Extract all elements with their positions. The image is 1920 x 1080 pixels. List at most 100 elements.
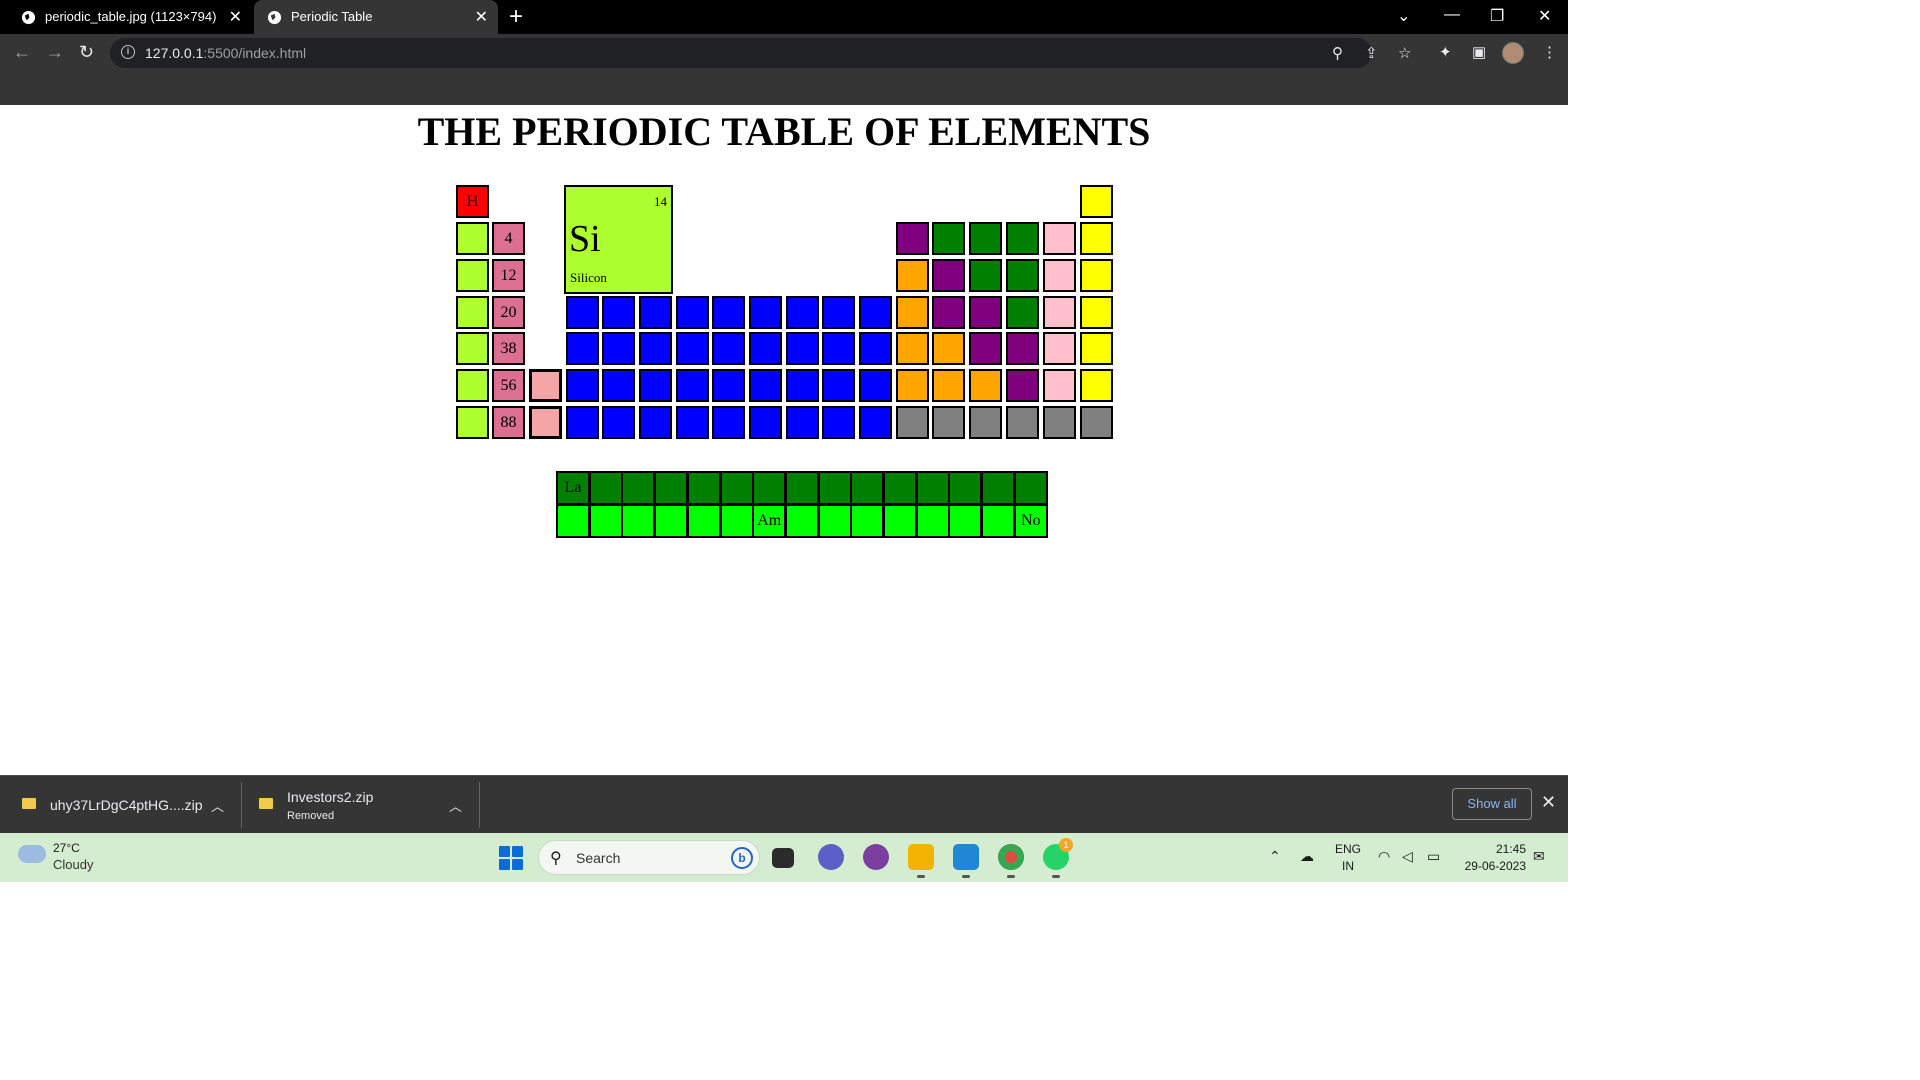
element-cell[interactable] <box>602 369 635 402</box>
chrome-icon[interactable] <box>998 844 1024 878</box>
side-panel-icon[interactable]: ▣ <box>1472 43 1486 61</box>
element-cell[interactable] <box>859 296 892 329</box>
download-item[interactable]: Investors2.zip Removed ︿ <box>242 776 478 834</box>
element-cell[interactable]: H <box>456 185 489 218</box>
element-cell[interactable] <box>749 296 782 329</box>
element-cell[interactable] <box>676 332 709 365</box>
element-cell[interactable]: 56 <box>492 369 525 402</box>
lanthanide-cell[interactable] <box>817 471 852 505</box>
element-cell[interactable] <box>712 406 745 439</box>
element-cell[interactable] <box>932 332 965 365</box>
weather-temperature[interactable]: 27°C <box>53 841 80 855</box>
element-cell[interactable] <box>712 332 745 365</box>
element-cell[interactable] <box>1006 222 1039 255</box>
element-cell[interactable] <box>896 222 929 255</box>
new-tab-button[interactable]: + <box>509 3 523 31</box>
extensions-icon[interactable]: ✦ <box>1439 43 1452 61</box>
element-cell[interactable] <box>896 406 929 439</box>
element-cell[interactable] <box>602 332 635 365</box>
lanthanide-cell[interactable] <box>948 471 983 505</box>
element-cell[interactable]: 38 <box>492 332 525 365</box>
element-cell[interactable] <box>1043 259 1076 292</box>
actinide-cell[interactable] <box>883 504 917 538</box>
element-cell[interactable] <box>1080 185 1113 218</box>
actinide-cell[interactable] <box>981 504 1016 538</box>
chevron-up-icon[interactable]: ︿ <box>449 796 462 815</box>
element-cell[interactable] <box>1080 332 1113 365</box>
actinide-cell[interactable]: Am <box>752 504 787 538</box>
element-cell[interactable] <box>932 369 965 402</box>
element-cell[interactable] <box>1080 296 1113 329</box>
lanthanide-cell[interactable] <box>621 471 656 505</box>
menu-icon[interactable]: ⋮ <box>1542 43 1557 61</box>
element-cell[interactable]: 20 <box>492 296 525 329</box>
element-cell[interactable] <box>859 369 892 402</box>
element-cell[interactable] <box>566 332 599 365</box>
clock-date[interactable]: 29-06-2023 <box>1452 859 1526 873</box>
element-cell[interactable] <box>602 406 635 439</box>
element-cell[interactable] <box>566 369 599 402</box>
taskbar-search[interactable]: ⚲ Search b <box>538 840 760 875</box>
element-cell[interactable] <box>456 259 489 292</box>
element-cell[interactable] <box>1043 332 1076 365</box>
lanthanide-cell[interactable] <box>686 471 721 505</box>
actinide-cell[interactable] <box>654 504 689 538</box>
start-button[interactable] <box>499 846 523 870</box>
actinide-cell[interactable] <box>915 504 950 538</box>
element-cell[interactable] <box>639 369 672 402</box>
element-cell[interactable]: 4 <box>492 222 525 255</box>
actinide-cell[interactable] <box>817 504 852 538</box>
lanthanide-cell[interactable] <box>588 471 623 505</box>
element-cell[interactable] <box>639 332 672 365</box>
reload-icon[interactable]: ↻ <box>79 42 94 63</box>
element-cell[interactable] <box>932 296 965 329</box>
element-cell[interactable] <box>456 332 489 365</box>
element-cell[interactable] <box>749 406 782 439</box>
element-cell[interactable] <box>602 296 635 329</box>
element-cell[interactable] <box>1043 406 1076 439</box>
lanthanide-cell[interactable] <box>752 471 787 505</box>
element-cell[interactable] <box>456 406 489 439</box>
element-cell[interactable] <box>896 332 929 365</box>
element-cell[interactable] <box>1006 296 1039 329</box>
element-cell[interactable] <box>1043 369 1076 402</box>
lanthanide-cell[interactable] <box>719 471 754 505</box>
onedrive-icon[interactable]: ☁ <box>1300 848 1314 865</box>
element-cell[interactable] <box>932 222 965 255</box>
element-cell[interactable] <box>1080 369 1113 402</box>
element-cell[interactable] <box>786 369 819 402</box>
element-cell[interactable] <box>822 332 855 365</box>
element-cell[interactable] <box>969 222 1002 255</box>
element-cell[interactable] <box>639 406 672 439</box>
close-tab-icon[interactable]: ✕ <box>229 7 242 27</box>
element-cell[interactable] <box>749 369 782 402</box>
actinide-cell[interactable] <box>784 504 819 538</box>
back-icon[interactable]: ← <box>13 42 31 63</box>
bookmark-star-icon[interactable]: ☆ <box>1398 44 1411 62</box>
profile-avatar[interactable] <box>1502 42 1524 64</box>
element-cell[interactable] <box>786 296 819 329</box>
element-cell[interactable] <box>969 296 1002 329</box>
actinide-cell[interactable] <box>588 504 623 538</box>
element-cell[interactable] <box>1043 222 1076 255</box>
close-downloads-icon[interactable]: ✕ <box>1541 792 1556 813</box>
element-cell[interactable] <box>969 369 1002 402</box>
forward-icon[interactable]: → <box>46 42 64 63</box>
element-cell[interactable] <box>786 332 819 365</box>
actinide-cell[interactable] <box>850 504 885 538</box>
actinide-cell[interactable]: No <box>1013 504 1048 538</box>
chevron-up-icon[interactable]: ⌃ <box>1269 848 1281 865</box>
element-cell[interactable] <box>896 259 929 292</box>
battery-icon[interactable]: ▭ <box>1427 848 1440 865</box>
element-cell[interactable] <box>529 406 562 439</box>
element-cell[interactable] <box>1080 222 1113 255</box>
element-cell[interactable] <box>1006 406 1039 439</box>
lanthanide-cell[interactable] <box>883 471 917 505</box>
actinide-cell[interactable] <box>719 504 754 538</box>
wifi-icon[interactable]: ◠ <box>1378 848 1390 865</box>
tab-periodic-table[interactable]: Periodic Table ✕ <box>254 0 498 34</box>
zoom-icon[interactable]: ⚲ <box>1332 44 1343 62</box>
element-cell[interactable] <box>822 406 855 439</box>
restore-button[interactable]: ❐ <box>1490 6 1504 26</box>
close-tab-icon[interactable]: ✕ <box>475 7 488 27</box>
